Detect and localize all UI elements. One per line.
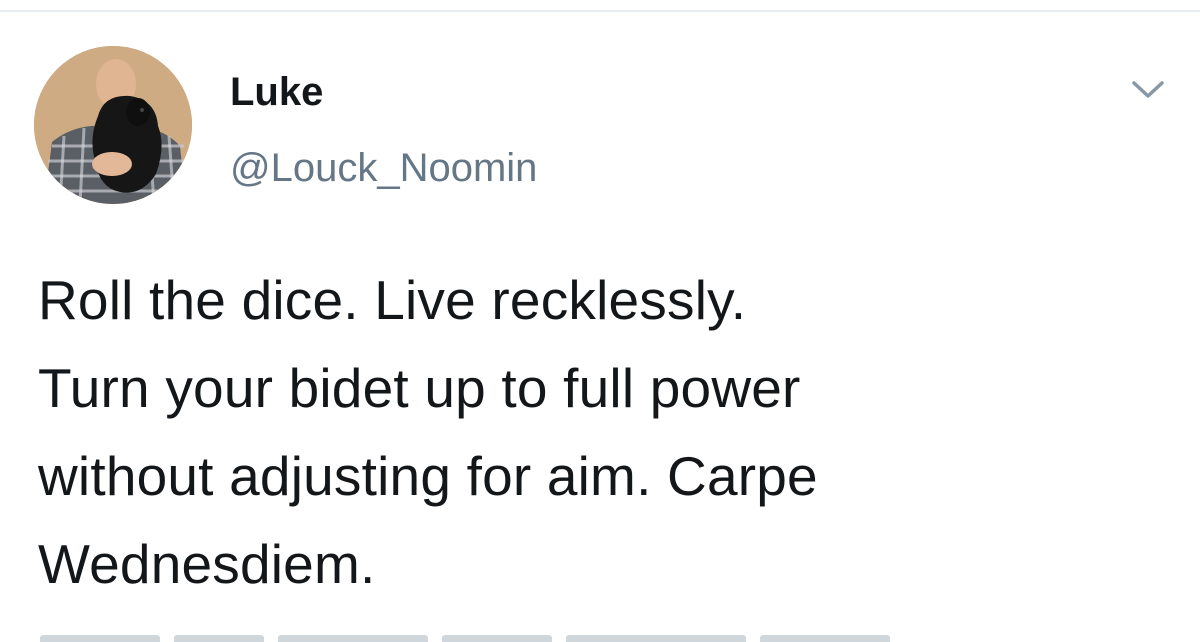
tweet-menu-button[interactable] [1126,74,1170,104]
author-handle[interactable]: @Louck_Noomin [230,144,537,192]
cut-off-content [40,632,1140,642]
tweet-card: Luke @Louck_Noomin Roll the dice. Live r… [0,0,1200,642]
avatar-image [34,46,192,204]
chevron-down-icon [1132,81,1164,98]
tweet-text: Roll the dice. Live recklessly. Turn you… [38,269,818,595]
author-name[interactable]: Luke [230,68,323,116]
avatar[interactable] [34,46,192,204]
